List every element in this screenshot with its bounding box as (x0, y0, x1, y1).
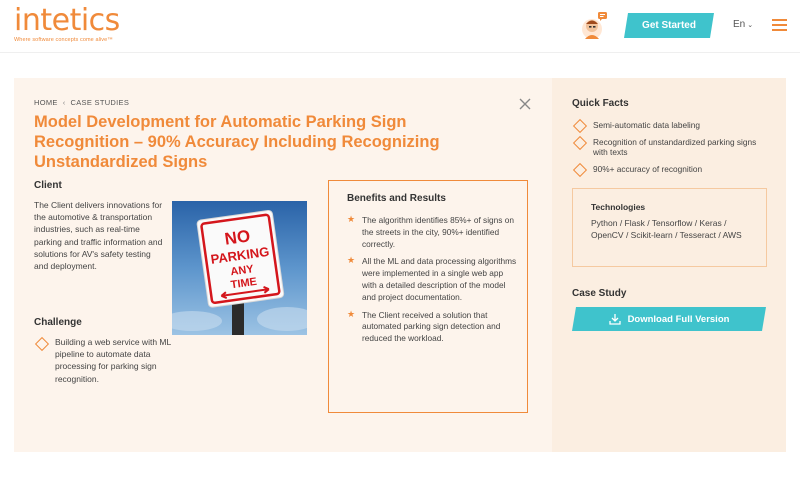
technologies-list: Python / Flask / Tensorflow / Keras / Op… (591, 218, 742, 241)
quick-fact-text: Semi-automatic data labeling (593, 120, 700, 130)
logo-text: intetics (14, 3, 120, 38)
breadcrumb-home[interactable]: HOME (34, 98, 58, 107)
download-full-version-button[interactable]: Download Full Version (572, 307, 766, 331)
download-icon (609, 313, 621, 325)
benefits-box: Benefits and Results ★ The algorithm iden… (328, 180, 528, 413)
quick-fact-item: 90%+ accuracy of recognition (572, 162, 772, 178)
case-study-heading: Case Study (572, 288, 627, 299)
quick-fact-item: Recognition of unstandardized parking si… (572, 135, 772, 157)
benefits-list: ★ The algorithm identifies 85%+ of signs … (347, 214, 519, 351)
avatar-icon[interactable] (578, 11, 608, 41)
quick-fact-text: 90%+ accuracy of recognition (593, 164, 703, 174)
benefit-text: The Client received a solution that auto… (362, 309, 501, 344)
technologies-heading: Technologies (591, 202, 646, 212)
site-header: intetics Where software concepts come al… (0, 0, 800, 53)
sign-text-no: NO (223, 226, 251, 248)
star-bullet-icon: ★ (347, 308, 356, 319)
challenge-text: Building a web service with ML pipeline … (55, 337, 171, 384)
technologies-box: Technologies Python / Flask / Tensorflow… (572, 188, 767, 267)
diamond-bullet-icon (572, 135, 588, 151)
benefits-heading: Benefits and Results (347, 193, 446, 204)
get-started-button[interactable]: Get Started (624, 13, 714, 38)
quick-facts-heading: Quick Facts (572, 98, 629, 109)
quick-fact-text: Recognition of unstandardized parking si… (593, 137, 757, 157)
benefit-text: All the ML and data processing algorithm… (362, 256, 517, 302)
benefit-item: ★ All the ML and data processing algorith… (347, 255, 519, 303)
no-parking-sign-image: NO PARKING ANY TIME (172, 201, 307, 335)
download-label: Download Full Version (627, 313, 730, 325)
benefit-item: ★ The algorithm identifies 85%+ of signs … (347, 214, 519, 250)
hamburger-icon[interactable] (772, 19, 787, 31)
breadcrumb-case-studies[interactable]: CASE STUDIES (71, 98, 130, 107)
chevron-down-icon: ⌄ (747, 22, 754, 29)
breadcrumb: HOME ‹ CASE STUDIES (34, 98, 129, 107)
client-heading: Client (34, 180, 62, 191)
breadcrumb-separator-icon: ‹ (62, 98, 66, 107)
logo[interactable]: intetics Where software concepts come al… (14, 3, 120, 44)
diamond-bullet-icon (572, 162, 588, 178)
star-bullet-icon: ★ (347, 255, 356, 266)
close-icon[interactable] (518, 97, 532, 111)
diamond-bullet-icon (572, 118, 588, 134)
page-title: Model Development for Automatic Parking … (34, 113, 440, 171)
language-selector[interactable]: En ⌄ (733, 19, 753, 30)
logo-tagline: Where software concepts come alive™ (14, 37, 113, 43)
star-bullet-icon: ★ (347, 214, 356, 224)
quick-fact-item: Semi-automatic data labeling (572, 118, 772, 134)
language-label: En (733, 19, 746, 30)
client-description: The Client delivers innovations for the … (34, 200, 163, 272)
challenge-heading: Challenge (34, 317, 82, 328)
benefit-item: ★ The Client received a solution that aut… (347, 308, 519, 345)
quick-facts-list: Semi-automatic data labeling Recognition… (572, 118, 772, 181)
benefit-text: The algorithm identifies 85%+ of signs o… (362, 215, 514, 249)
